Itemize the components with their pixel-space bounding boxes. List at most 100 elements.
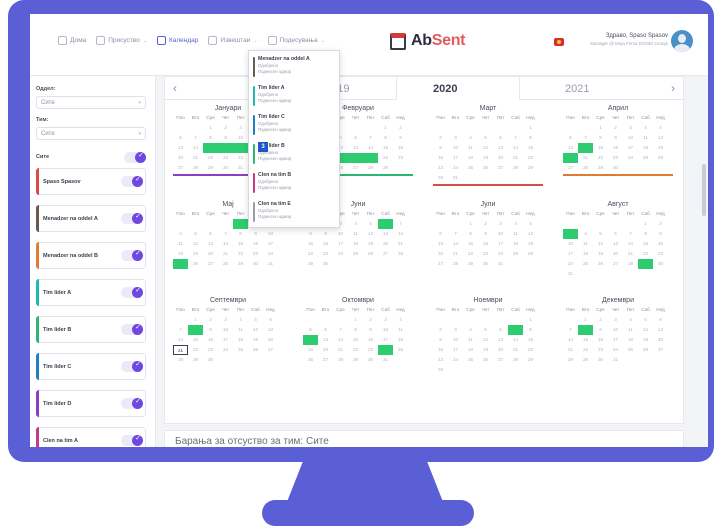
day-cell[interactable]: 20: [203, 249, 218, 259]
day-cell[interactable]: 30: [433, 173, 448, 183]
day-cell[interactable]: 11: [348, 229, 363, 239]
member-row[interactable]: Menadzer na oddel A ✓: [36, 205, 146, 232]
member-toggle[interactable]: ✓: [121, 250, 143, 261]
popup-entry[interactable]: Clen na tim E Одобрено Поднесен одмор: [249, 199, 339, 228]
day-cell[interactable]: 15: [463, 239, 478, 249]
day-cell[interactable]: 18: [578, 249, 593, 259]
day-cell[interactable]: 12: [478, 143, 493, 153]
day-cell[interactable]: 20: [493, 153, 508, 163]
day-cell[interactable]: 23: [363, 345, 378, 355]
member-toggle[interactable]: ✓: [121, 213, 143, 224]
day-cell[interactable]: 26: [478, 355, 493, 365]
day-cell[interactable]: 27: [653, 345, 668, 355]
day-cell[interactable]: 24: [218, 345, 233, 355]
day-cell[interactable]: 30: [478, 259, 493, 269]
day-cell[interactable]: 19: [248, 335, 263, 345]
day-cell[interactable]: 13: [318, 335, 333, 345]
day-cell[interactable]: 12: [523, 229, 538, 239]
day-cell[interactable]: 20: [563, 153, 578, 163]
day-cell[interactable]: 12: [478, 335, 493, 345]
language-flag-icon[interactable]: [554, 38, 564, 46]
day-cell[interactable]: 17: [263, 239, 278, 249]
day-cell[interactable]: 30: [203, 355, 218, 365]
day-cell[interactable]: 22: [463, 249, 478, 259]
day-cell[interactable]: 6: [263, 315, 278, 325]
day-cell[interactable]: 28: [578, 163, 593, 173]
day-cell[interactable]: 7: [188, 133, 203, 143]
day-cell[interactable]: 14: [508, 335, 523, 345]
day-cell[interactable]: 15: [578, 335, 593, 345]
member-row[interactable]: Spaso Spasov ✓: [36, 168, 146, 195]
day-cell[interactable]: 30: [363, 355, 378, 365]
day-cell[interactable]: 5: [363, 219, 378, 229]
day-cell[interactable]: 9: [653, 229, 668, 239]
day-cell[interactable]: 24: [448, 355, 463, 365]
department-select[interactable]: Сите ▾: [36, 96, 146, 109]
day-cell[interactable]: 18: [173, 249, 188, 259]
day-cell[interactable]: 29: [188, 355, 203, 365]
day-cell[interactable]: 2: [393, 123, 408, 133]
day-cell[interactable]: 13: [378, 229, 393, 239]
day-cell[interactable]: 31: [378, 355, 393, 365]
day-cell[interactable]: 10: [263, 229, 278, 239]
day-cell[interactable]: 16: [593, 335, 608, 345]
member-toggle[interactable]: ✓: [121, 176, 143, 187]
day-cell[interactable]: 17: [378, 335, 393, 345]
day-cell[interactable]: 1: [578, 315, 593, 325]
day-cell[interactable]: 28: [333, 355, 348, 365]
day-cell[interactable]: 26: [638, 345, 653, 355]
day-cell[interactable]: 7: [508, 325, 523, 335]
day-cell[interactable]: 27: [263, 345, 278, 355]
day-cell[interactable]: 23: [433, 163, 448, 173]
day-cell[interactable]: 15: [523, 143, 538, 153]
day-cell[interactable]: 13: [433, 239, 448, 249]
day-cell[interactable]: 12: [653, 133, 668, 143]
day-cell[interactable]: 5: [248, 315, 263, 325]
member-toggle[interactable]: ✓: [121, 398, 143, 409]
day-cell[interactable]: 10: [448, 143, 463, 153]
day-cell[interactable]: 7: [508, 133, 523, 143]
day-cell[interactable]: 6: [348, 133, 363, 143]
day-cell[interactable]: 31: [263, 259, 278, 269]
day-cell[interactable]: 21: [508, 345, 523, 355]
day-cell[interactable]: 22: [233, 249, 248, 259]
day-cell[interactable]: 15: [638, 239, 653, 249]
day-cell[interactable]: 17: [563, 249, 578, 259]
day-cell[interactable]: 29: [463, 259, 478, 269]
day-cell[interactable]: 4: [173, 229, 188, 239]
day-cell[interactable]: 8: [463, 229, 478, 239]
day-cell[interactable]: 4: [348, 219, 363, 229]
day-cell[interactable]: 8: [638, 229, 653, 239]
day-cell[interactable]: 20: [493, 345, 508, 355]
day-cell[interactable]: 26: [593, 259, 608, 269]
popup-entry[interactable]: Menadzer na oddel A Одобрено Поднесен одмо…: [249, 54, 339, 83]
day-cell[interactable]: 10: [623, 133, 638, 143]
scrollbar[interactable]: [702, 164, 706, 216]
day-cell[interactable]: 21: [563, 345, 578, 355]
day-cell[interactable]: 8: [233, 229, 248, 239]
day-cell[interactable]: 6: [493, 325, 508, 335]
day-cell[interactable]: 19: [188, 249, 203, 259]
day-cell[interactable]: 31: [493, 259, 508, 269]
day-cell[interactable]: 1: [523, 315, 538, 325]
day-cell[interactable]: 19: [653, 143, 668, 153]
day-cell[interactable]: 22: [303, 249, 318, 259]
day-cell[interactable]: 8: [578, 325, 593, 335]
day-cell[interactable]: 26: [363, 249, 378, 259]
day-cell[interactable]: 25: [393, 345, 408, 355]
day-cell[interactable]: 15: [233, 239, 248, 249]
day-cell[interactable]: 1: [378, 123, 393, 133]
day-cell[interactable]: 18: [638, 143, 653, 153]
day-cell[interactable]: 29: [203, 163, 218, 173]
day-cell[interactable]: 6: [493, 133, 508, 143]
nav-item-4[interactable]: Подесувања ⌄: [267, 36, 325, 45]
day-cell[interactable]: 24: [448, 163, 463, 173]
day-cell[interactable]: 19: [593, 249, 608, 259]
day-cell[interactable]: 27: [318, 355, 333, 365]
day-cell[interactable]: 14: [363, 143, 378, 153]
day-cell[interactable]: 24: [333, 249, 348, 259]
nav-item-1[interactable]: Присуство ⌄: [96, 36, 147, 45]
day-cell[interactable]: 19: [363, 239, 378, 249]
day-cell[interactable]: 8: [203, 133, 218, 143]
day-cell[interactable]: 18: [508, 239, 523, 249]
